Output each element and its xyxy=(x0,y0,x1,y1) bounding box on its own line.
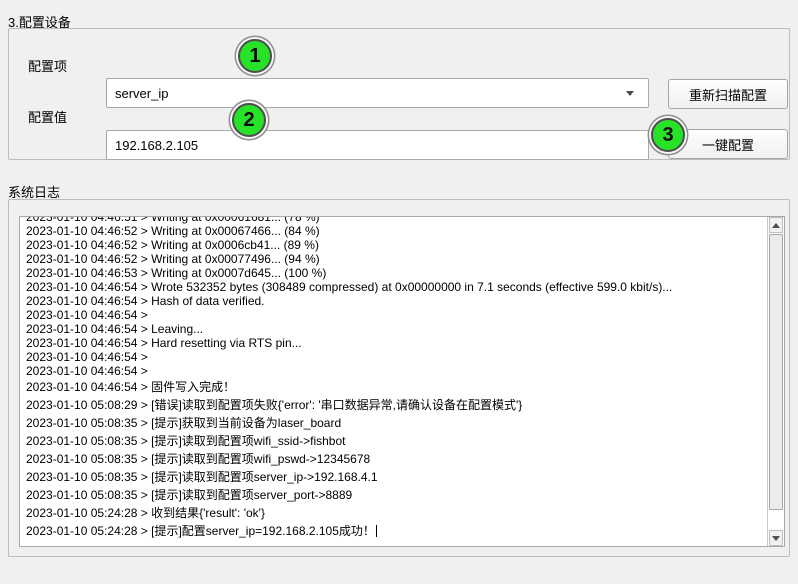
text-caret xyxy=(376,525,377,537)
log-line: 2023-01-10 04:46:52 > Writing at 0x00067… xyxy=(26,224,767,238)
log-line: 2023-01-10 04:46:54 > 固件写入完成！ xyxy=(26,378,767,396)
scrollbar-up-arrow[interactable] xyxy=(769,217,783,233)
log-line: 2023-01-10 04:46:51 > Writing at 0x00061… xyxy=(26,216,767,224)
config-value-label: 配置值 xyxy=(28,107,67,126)
arrow-up-icon xyxy=(772,223,780,228)
log-line: 2023-01-10 04:46:54 > xyxy=(26,350,767,364)
log-line: 2023-01-10 04:46:54 > Hard resetting via… xyxy=(26,336,767,350)
log-line: 2023-01-10 04:46:53 > Writing at 0x0007d… xyxy=(26,266,767,280)
chevron-down-icon xyxy=(626,91,634,96)
device-config-window: 3.配置设备 配置项 server_ip 重新扫描配置 配置值 一键配置 系统日… xyxy=(0,0,798,584)
log-scrollbar[interactable] xyxy=(767,217,784,546)
log-line: 2023-01-10 04:46:54 > Wrote 532352 bytes… xyxy=(26,280,767,294)
log-line: 2023-01-10 05:08:29 > [错误]读取到配置项失败{'erro… xyxy=(26,396,767,414)
log-line: 2023-01-10 05:08:35 > [提示]读取到配置项server_i… xyxy=(26,468,767,486)
log-line: 2023-01-10 05:08:35 > [提示]获取到当前设备为laser_… xyxy=(26,414,767,432)
config-value-input[interactable] xyxy=(106,130,649,160)
config-item-label: 配置项 xyxy=(28,56,67,75)
log-line: 2023-01-10 04:46:54 > Hash of data verif… xyxy=(26,294,767,308)
log-line: 2023-01-10 04:46:52 > Writing at 0x0006c… xyxy=(26,238,767,252)
log-line: 2023-01-10 05:24:28 > [提示]配置server_ip=19… xyxy=(26,522,767,540)
log-line: 2023-01-10 04:46:52 > Writing at 0x00077… xyxy=(26,252,767,266)
log-line: 2023-01-10 05:08:35 > [提示]读取到配置项wifi_psw… xyxy=(26,450,767,468)
config-item-select[interactable]: server_ip xyxy=(106,78,649,108)
log-line: 2023-01-10 04:46:54 > xyxy=(26,364,767,378)
log-line: 2023-01-10 04:46:54 > xyxy=(26,308,767,322)
scrollbar-thumb[interactable] xyxy=(769,234,783,510)
system-log-textarea[interactable]: 2023-01-10 04:46:51 > Writing at 0x00061… xyxy=(19,216,785,547)
log-line: 2023-01-10 05:08:35 > [提示]读取到配置项server_p… xyxy=(26,486,767,504)
log-line: 2023-01-10 05:08:35 > [提示]读取到配置项wifi_ssi… xyxy=(26,432,767,450)
scrollbar-down-arrow[interactable] xyxy=(769,530,783,546)
step-3-badge: 3 xyxy=(651,118,685,152)
step-1-badge: 1 xyxy=(238,39,272,73)
one-click-config-button[interactable]: 一键配置 xyxy=(668,129,788,159)
log-line: 2023-01-10 05:24:28 > 收到结果{'result': 'ok… xyxy=(26,504,767,522)
config-item-selected-value: server_ip xyxy=(115,86,626,101)
arrow-down-icon xyxy=(772,536,780,541)
step-2-badge: 2 xyxy=(232,103,266,137)
log-groupbox: 2023-01-10 04:46:51 > Writing at 0x00061… xyxy=(8,199,790,557)
rescan-config-button[interactable]: 重新扫描配置 xyxy=(668,79,788,109)
log-line: 2023-01-10 04:46:54 > Leaving... xyxy=(26,322,767,336)
log-content: 2023-01-10 04:46:51 > Writing at 0x00061… xyxy=(20,216,767,540)
